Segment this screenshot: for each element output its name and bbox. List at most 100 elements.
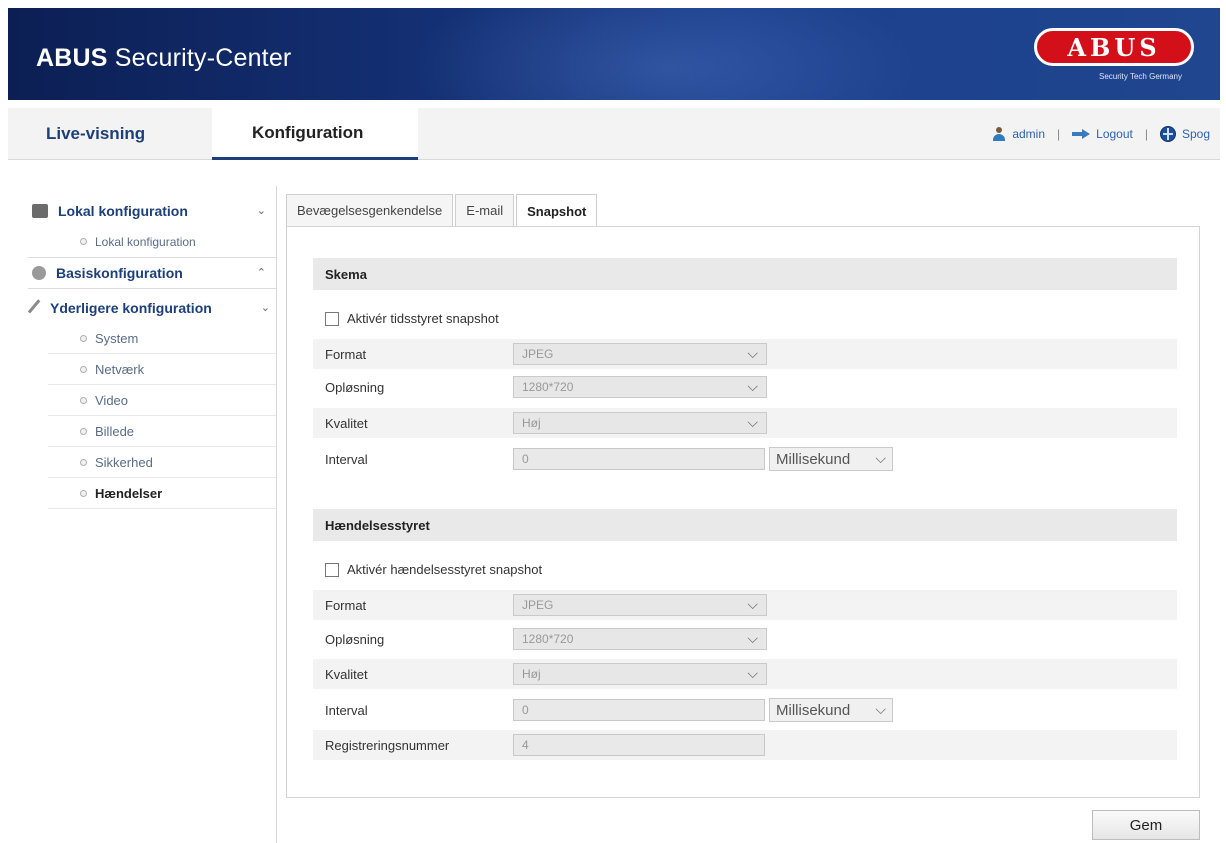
sidebar-divider bbox=[276, 186, 277, 843]
globe-icon[interactable] bbox=[1159, 126, 1176, 142]
sidebar-section-basic[interactable]: Basiskonfiguration ⌃ bbox=[28, 258, 276, 288]
logout-icon[interactable] bbox=[1072, 129, 1091, 139]
event-group-title: Hændelsesstyret bbox=[313, 509, 1177, 541]
dropdown-arrow-icon: ⌵ bbox=[747, 414, 758, 430]
logout-link[interactable]: Logout bbox=[1096, 127, 1133, 141]
save-button[interactable]: Gem bbox=[1092, 810, 1200, 840]
sidebar-section-label: Yderligere konfiguration bbox=[50, 300, 212, 316]
sidebar-item-image[interactable]: Billede bbox=[48, 416, 276, 447]
field-label: Registreringsnummer bbox=[325, 737, 450, 753]
bullet-icon bbox=[80, 427, 87, 435]
user-bar: admin | Logout | Spog bbox=[992, 126, 1210, 142]
content-tabs: Bevægelsesgenkendelse E-mail Snapshot bbox=[286, 194, 599, 227]
field-label: Interval bbox=[325, 702, 368, 718]
sidebar-item-label: Video bbox=[95, 392, 129, 408]
tab-email[interactable]: E-mail bbox=[455, 194, 515, 226]
gear-icon bbox=[32, 266, 46, 280]
schedule-quality-row: Kvalitet Høj ⌵ bbox=[313, 408, 1177, 438]
sidebar-item-label: Sikkerhed bbox=[95, 454, 153, 470]
event-format-row: Format JPEG ⌵ bbox=[313, 590, 1177, 620]
schedule-interval-unit-select[interactable]: Millisekund ⌵ bbox=[769, 447, 893, 471]
schedule-resolution-select[interactable]: 1280*720 ⌵ bbox=[513, 376, 767, 398]
main-nav: Live-visning Konfiguration admin | Logou… bbox=[8, 108, 1220, 160]
field-label: Kvalitet bbox=[325, 666, 368, 682]
tab-motion-detection[interactable]: Bevægelsesgenkendelse bbox=[286, 194, 454, 226]
sidebar-section-local[interactable]: Lokal konfiguration ⌄ bbox=[28, 196, 276, 226]
schedule-group-title: Skema bbox=[313, 258, 1177, 290]
bullet-icon bbox=[80, 458, 87, 466]
sidebar-section-label: Lokal konfiguration bbox=[58, 203, 188, 219]
sidebar-item-label: Hændelser bbox=[95, 485, 163, 501]
dropdown-arrow-icon: ⌵ bbox=[875, 701, 886, 717]
language-link[interactable]: Spog bbox=[1182, 127, 1210, 141]
event-interval-row: Interval 0 Millisekund ⌵ bbox=[313, 695, 1177, 725]
event-interval-unit-select[interactable]: Millisekund ⌵ bbox=[769, 698, 893, 722]
chevron-down-icon[interactable]: ⌄ bbox=[261, 301, 270, 314]
tab-live-view[interactable]: Live-visning bbox=[46, 108, 145, 160]
schedule-quality-select[interactable]: Høj ⌵ bbox=[513, 412, 767, 434]
schedule-format-row: Format JPEG ⌵ bbox=[313, 339, 1177, 369]
select-value: Høj bbox=[522, 667, 541, 681]
separator: | bbox=[1144, 127, 1148, 141]
header-decoration bbox=[408, 8, 928, 100]
chevron-down-icon[interactable]: ⌄ bbox=[257, 204, 266, 217]
sidebar-item-system[interactable]: System bbox=[48, 323, 276, 354]
separator: | bbox=[1057, 127, 1061, 141]
schedule-interval-row: Interval 0 Millisekund ⌵ bbox=[313, 444, 1177, 474]
select-value: Millisekund bbox=[776, 450, 851, 468]
chevron-up-icon[interactable]: ⌃ bbox=[257, 266, 266, 279]
dropdown-arrow-icon: ⌵ bbox=[747, 665, 758, 681]
sidebar-item-label: Netværk bbox=[95, 361, 145, 377]
camera-icon bbox=[32, 204, 48, 218]
app-title-rest: Security-Center bbox=[107, 44, 292, 72]
bullet-icon bbox=[80, 489, 87, 497]
app-header: ABUS Security-Center ABUS Security Tech … bbox=[8, 8, 1220, 100]
bullet-icon bbox=[80, 238, 87, 245]
snapshot-panel: Skema Aktivér tidsstyret snapshot Format… bbox=[286, 226, 1200, 798]
bullet-icon bbox=[80, 365, 87, 373]
event-enable-label: Aktivér hændelsesstyret snapshot bbox=[347, 562, 543, 577]
schedule-resolution-row: Opløsning 1280*720 ⌵ bbox=[313, 372, 1177, 402]
select-value: 1280*720 bbox=[522, 632, 574, 646]
sidebar-item-security[interactable]: Sikkerhed bbox=[48, 447, 276, 478]
bullet-icon bbox=[80, 396, 87, 404]
event-capture-number-row: Registreringsnummer 4 bbox=[313, 730, 1177, 760]
sidebar-item-label: Lokal konfiguration bbox=[95, 234, 196, 249]
sidebar-item-events[interactable]: Hændelser bbox=[48, 478, 276, 509]
dropdown-arrow-icon: ⌵ bbox=[747, 630, 758, 646]
bullet-icon bbox=[80, 334, 87, 342]
schedule-enable-checkbox[interactable] bbox=[325, 311, 339, 326]
user-name[interactable]: admin bbox=[1012, 127, 1045, 141]
schedule-enable-row: Aktivér tidsstyret snapshot bbox=[325, 311, 499, 326]
tab-snapshot[interactable]: Snapshot bbox=[516, 194, 598, 227]
event-quality-row: Kvalitet Høj ⌵ bbox=[313, 659, 1177, 689]
field-label: Format bbox=[325, 346, 367, 362]
sidebar-item-network[interactable]: Netværk bbox=[48, 354, 276, 385]
field-label: Opløsning bbox=[325, 631, 385, 647]
select-value: JPEG bbox=[522, 598, 554, 612]
event-resolution-select[interactable]: 1280*720 ⌵ bbox=[513, 628, 767, 650]
sidebar-item-local-config[interactable]: Lokal konfiguration bbox=[48, 226, 276, 257]
sidebar: Lokal konfiguration ⌄ Lokal konfiguratio… bbox=[27, 196, 276, 509]
wrench-icon bbox=[27, 299, 45, 317]
sidebar-item-label: Billede bbox=[95, 423, 135, 439]
event-enable-checkbox[interactable] bbox=[325, 562, 339, 577]
event-enable-row: Aktivér hændelsesstyret snapshot bbox=[325, 562, 542, 577]
sidebar-item-video[interactable]: Video bbox=[48, 385, 276, 416]
select-value: Millisekund bbox=[776, 701, 851, 719]
field-label: Kvalitet bbox=[325, 415, 368, 431]
field-label: Interval bbox=[325, 451, 368, 467]
event-quality-select[interactable]: Høj ⌵ bbox=[513, 663, 767, 685]
capture-number-input[interactable]: 4 bbox=[513, 734, 765, 756]
user-icon bbox=[992, 127, 1006, 141]
select-value: Høj bbox=[522, 416, 541, 430]
tab-configuration[interactable]: Konfiguration bbox=[212, 108, 418, 160]
schedule-format-select[interactable]: JPEG ⌵ bbox=[513, 343, 767, 365]
dropdown-arrow-icon: ⌵ bbox=[875, 450, 886, 466]
event-format-select[interactable]: JPEG ⌵ bbox=[513, 594, 767, 616]
schedule-interval-input[interactable]: 0 bbox=[513, 448, 765, 470]
logo-text: ABUS bbox=[1067, 32, 1161, 62]
sidebar-section-advanced[interactable]: Yderligere konfiguration ⌄ bbox=[27, 293, 276, 323]
event-interval-input[interactable]: 0 bbox=[513, 699, 765, 721]
field-label: Format bbox=[325, 597, 367, 613]
